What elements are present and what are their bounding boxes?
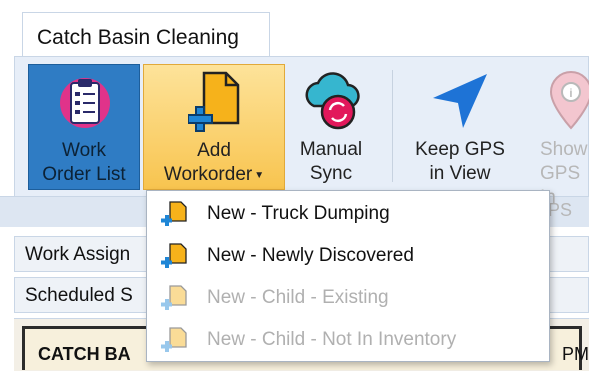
menu-item-label: New - Newly Discovered — [207, 245, 414, 266]
work-order-list-label-2: Order List — [42, 164, 126, 185]
menu-item-new-child-not-in-inventory[interactable]: New - Child - Not In Inventory — [147, 319, 549, 361]
show-gps-label-1: Show — [540, 139, 588, 160]
clipboard-list-icon — [60, 78, 110, 128]
keep-gps-label-2: in View — [429, 163, 491, 184]
menu-item-label: New - Child - Not In Inventory — [207, 329, 457, 350]
catch-basin-title: CATCH BA — [38, 344, 131, 364]
scheduled-label: Scheduled S — [25, 285, 133, 306]
menu-item-new-child-existing[interactable]: New - Child - Existing — [147, 277, 549, 319]
menu-item-label: New - Child - Existing — [207, 287, 389, 308]
dropdown-arrow-icon: ▼ — [254, 170, 265, 181]
menu-item-new-newly-discovered[interactable]: New - Newly Discovered — [147, 235, 549, 277]
svg-text:i: i — [570, 86, 573, 100]
work-order-list-button[interactable]: Work Order List — [28, 64, 140, 190]
cloud-sync-icon — [305, 72, 360, 130]
add-document-icon — [161, 327, 187, 352]
show-gps-button[interactable]: i Show GPS In — [520, 64, 589, 208]
map-pin-info-icon: i — [549, 70, 589, 130]
manual-sync-label-1: Manual — [299, 139, 363, 160]
add-document-icon — [161, 285, 187, 310]
pm-label: PM — [562, 344, 589, 364]
manual-sync-label-2: Sync — [309, 163, 353, 184]
manual-sync-button[interactable]: Manual Sync — [290, 64, 372, 190]
add-document-icon — [188, 71, 240, 132]
add-document-icon — [161, 201, 187, 226]
menu-item-new-truck-dumping[interactable]: New - Truck Dumping — [147, 193, 549, 235]
add-workorder-label-2: Workorder — [163, 164, 253, 185]
add-workorder-label-1: Add — [197, 140, 231, 161]
work-order-list-label-1: Work — [62, 140, 106, 161]
work-assignment-label: Work Assign — [25, 244, 131, 265]
tab-label: Catch Basin Cleaning — [37, 26, 239, 49]
keep-gps-label-1: Keep GPS — [415, 139, 505, 160]
keep-gps-in-view-button[interactable]: Keep GPS in View — [405, 64, 515, 190]
navigation-arrow-icon — [433, 74, 487, 128]
add-workorder-button[interactable]: Add Workorder ▼ — [143, 64, 285, 190]
add-workorder-dropdown-menu: New - Truck Dumping New - Newly Discover… — [146, 190, 550, 362]
tab-catch-basin-cleaning[interactable]: Catch Basin Cleaning — [22, 12, 270, 58]
ribbon-separator — [392, 70, 393, 182]
menu-item-label: New - Truck Dumping — [207, 203, 390, 224]
add-document-icon — [161, 243, 187, 268]
